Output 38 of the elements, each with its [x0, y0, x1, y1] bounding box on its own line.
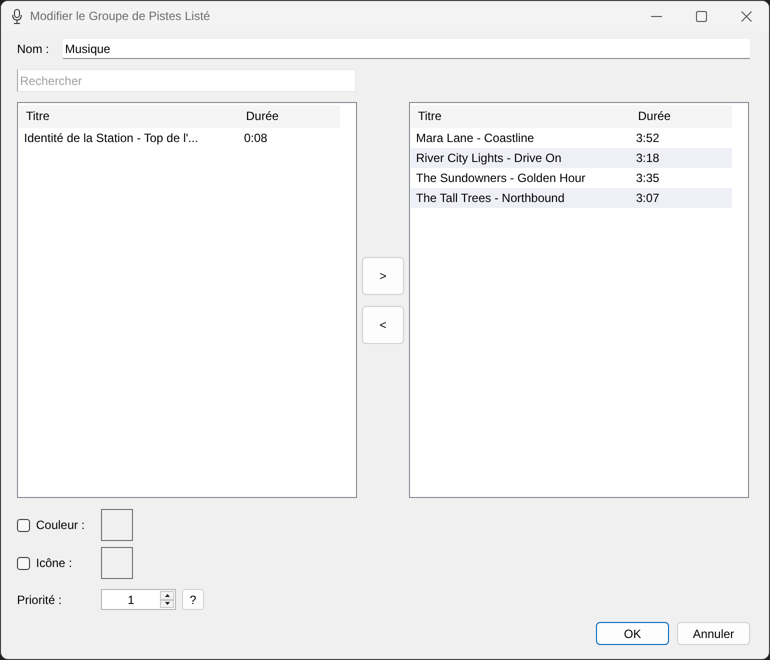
name-field[interactable]: Musique	[63, 39, 750, 59]
name-label: Nom :	[17, 42, 50, 56]
move-left-button[interactable]: <	[362, 306, 404, 344]
title-cell-text: Mara Lane - Coastline	[415, 130, 536, 147]
duration-cell-text: 3:35	[635, 170, 660, 187]
track-row[interactable]: The Sundowners - Golden Hour 3:35	[411, 168, 732, 188]
column-header[interactable]: Titre	[19, 105, 239, 128]
checkbox[interactable]	[17, 518, 30, 532]
microphone-icon	[12, 8, 22, 24]
duration-cell-text: 3:52	[635, 130, 660, 147]
track-row[interactable]: Mara Lane - Coastline 3:52	[411, 128, 732, 148]
help-button[interactable]: ?	[182, 589, 204, 610]
duration-cell-text: 3:07	[635, 190, 660, 207]
window-title: Modifier le Groupe de Pistes Listé	[30, 9, 210, 23]
dialog-button[interactable]: OK	[596, 622, 669, 645]
color-picker-button[interactable]	[101, 509, 133, 541]
option-label: Icône :	[36, 556, 72, 570]
column-header[interactable]: Titre	[411, 105, 631, 128]
track-row[interactable]: Identité de la Station - Top de l'... 0:08	[19, 128, 340, 148]
priority-label: Priorité :	[17, 592, 62, 606]
track-row[interactable]: River City Lights - Drive On 3:18	[411, 148, 732, 168]
title-cell-text: Identité de la Station - Top de l'...	[23, 130, 200, 147]
dialog-button[interactable]: Annuler	[677, 622, 750, 645]
maximize-icon	[696, 10, 707, 22]
duration-cell-text: 0:08	[243, 130, 268, 147]
icon-picker-button[interactable]	[101, 547, 133, 579]
title-cell-text: River City Lights - Drive On	[415, 150, 562, 167]
search-field[interactable]: Rechercher	[17, 69, 356, 92]
close-icon	[741, 10, 752, 22]
column-header[interactable]: Durée	[239, 105, 340, 128]
move-right-button[interactable]: >	[362, 256, 404, 294]
option-label: Couleur :	[36, 518, 85, 532]
title-cell-text: The Tall Trees - Northbound	[415, 190, 566, 207]
checkbox[interactable]	[17, 556, 30, 570]
column-header[interactable]: Durée	[631, 105, 732, 128]
title-cell-text: The Sundowners - Golden Hour	[415, 170, 586, 187]
duration-cell-text: 3:18	[635, 150, 660, 167]
track-row[interactable]: The Tall Trees - Northbound 3:07	[411, 188, 732, 208]
